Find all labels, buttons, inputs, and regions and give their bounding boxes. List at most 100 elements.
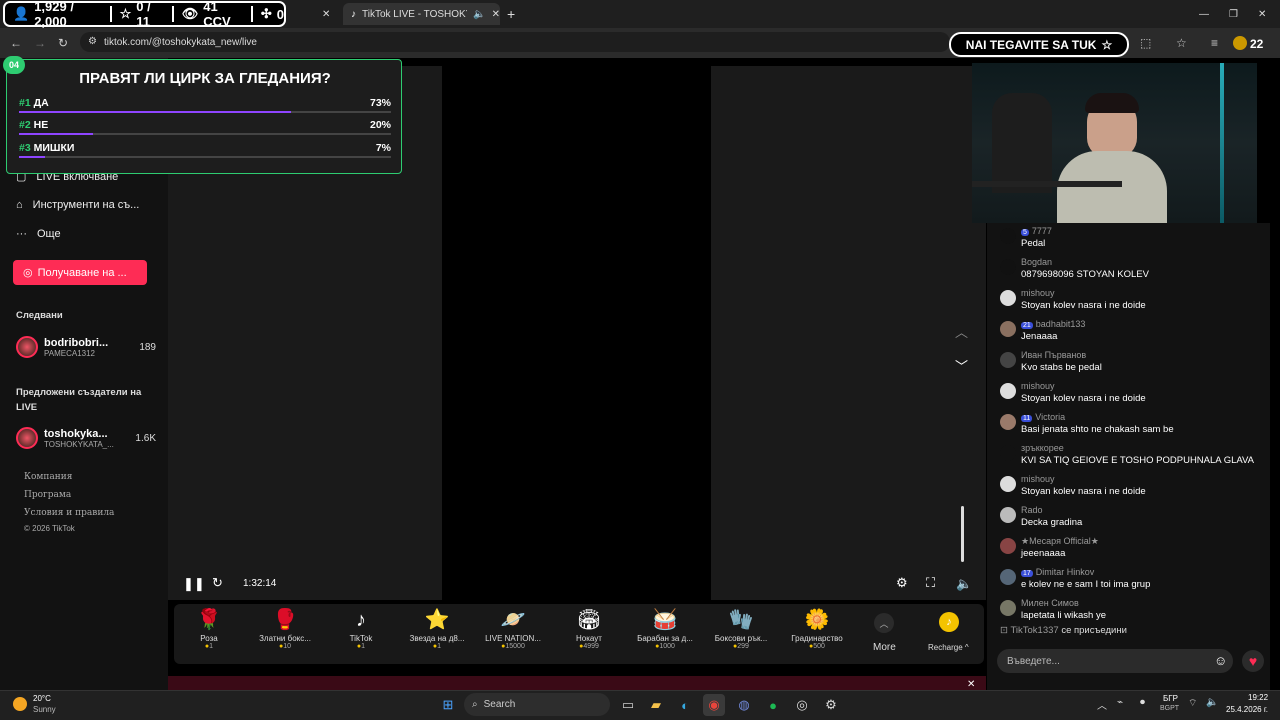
close-tab-icon[interactable]: ✕ xyxy=(492,9,500,20)
chevron-up-icon[interactable]: ︿ xyxy=(955,322,968,341)
bookmark-icon[interactable]: ☆ xyxy=(1176,36,1187,50)
chat-username[interactable]: 5 7777 xyxy=(1021,226,1052,236)
close-window-icon[interactable]: ✕ xyxy=(1258,3,1266,25)
chat-input[interactable]: Въведете... xyxy=(997,649,1233,673)
clock-date: 25.4.2026 г. xyxy=(1226,705,1268,714)
language-indicator[interactable]: БГР xyxy=(1163,694,1178,703)
gift-name: LIVE NATION... xyxy=(485,634,541,643)
url-field[interactable]: tiktok.com/@toshokykata_new/live xyxy=(80,32,950,52)
gift-item[interactable]: 🧤 Боксови рък... ●299 xyxy=(706,606,776,650)
volume-icon[interactable]: 🔈 xyxy=(1206,697,1218,708)
fullscreen-icon[interactable]: ⛶ xyxy=(926,575,935,591)
get-coins-button[interactable]: ◎ Получаване на ... xyxy=(13,260,147,285)
more-gifts-button[interactable]: More xyxy=(873,642,896,653)
avatar[interactable] xyxy=(1000,383,1016,399)
avatar[interactable] xyxy=(1000,290,1016,306)
refresh-icon[interactable]: ↻ xyxy=(212,575,223,591)
chat-username[interactable]: mishouy xyxy=(1021,474,1055,484)
suggested-account[interactable]: toshokyka... TOSHOKYKATA_... 1.6K xyxy=(16,423,156,453)
chrome-icon[interactable]: ◉ xyxy=(703,694,725,716)
sidebar-item-tools[interactable]: ⌂ Инструменти на съ... xyxy=(16,199,139,211)
avatar[interactable] xyxy=(1000,228,1016,244)
task-view-icon[interactable]: ▭ xyxy=(617,694,639,716)
chat-username[interactable]: зръккорее xyxy=(1021,443,1064,453)
gift-item[interactable]: 🥊 Златни бокс... ●10 xyxy=(250,606,320,650)
gift-item[interactable]: ♪ TikTok ●1 xyxy=(326,606,396,650)
tray-chevron-icon[interactable]: ︿ xyxy=(1097,697,1107,712)
gift-item[interactable]: 🪐 LIVE NATION... ●15000 xyxy=(478,606,548,650)
reload-icon[interactable]: ↻ xyxy=(58,36,68,50)
recharge-button[interactable]: Recharge ^ xyxy=(928,643,969,652)
webcam-overlay xyxy=(972,63,1257,223)
weather-temp[interactable]: 20°C xyxy=(33,694,51,703)
gift-item[interactable]: 🏟 Нокаут ●4999 xyxy=(554,606,624,650)
close-icon[interactable]: ✕ xyxy=(967,679,975,690)
avatar[interactable] xyxy=(1000,569,1016,585)
forward-icon[interactable]: → xyxy=(34,36,46,50)
avatar[interactable] xyxy=(1000,352,1016,368)
avatar[interactable] xyxy=(1000,476,1016,492)
file-explorer-icon[interactable]: ▰ xyxy=(645,694,667,716)
chat-username[interactable]: 11 Victoria xyxy=(1021,412,1065,422)
microphone-icon[interactable]: ⏺ xyxy=(1140,697,1145,708)
obs-icon[interactable]: ◎ xyxy=(791,694,813,716)
gift-item[interactable]: 🥁 Барабан за д... ●1000 xyxy=(630,606,700,650)
footer-link-company[interactable]: Компания xyxy=(24,472,72,482)
chat-username[interactable]: mishouy xyxy=(1021,288,1055,298)
chat-username[interactable]: ★Месаря Official★ xyxy=(1021,536,1099,547)
spotify-icon[interactable]: ● xyxy=(762,694,784,716)
footer-link-terms[interactable]: Условия и правила xyxy=(24,508,114,518)
avatar[interactable] xyxy=(1000,445,1016,461)
pause-icon[interactable]: ❚❚ xyxy=(183,576,205,592)
emoji-icon[interactable]: ☺ xyxy=(1214,653,1227,668)
settings-icon[interactable]: ⚙ xyxy=(896,575,908,591)
site-info-icon[interactable]: ⚙ xyxy=(88,36,97,47)
tab-tiktok-live[interactable]: ♪ TikTok LIVE - TOSHOKYKAT 🔈 ✕ xyxy=(343,3,500,25)
back-icon[interactable]: ← xyxy=(10,36,22,50)
avatar[interactable] xyxy=(1000,538,1016,554)
chat-username[interactable]: Иван Първанов xyxy=(1021,350,1086,360)
star-icon: ☆ xyxy=(1101,37,1113,52)
gift-price: ●1 xyxy=(432,643,442,650)
chat-username[interactable]: mishouy xyxy=(1021,381,1055,391)
edge-icon[interactable]: ◐ xyxy=(674,694,696,716)
clock-time[interactable]: 19:22 xyxy=(1248,693,1268,702)
new-tab-button[interactable]: + xyxy=(507,3,515,25)
volume-icon[interactable]: 🔈 xyxy=(956,576,972,592)
gift-item[interactable]: 🌹 Роза ●1 xyxy=(174,606,244,650)
settings-icon[interactable]: ⚙ xyxy=(820,694,842,716)
footer-link-program[interactable]: Програма xyxy=(24,490,71,500)
avatar xyxy=(16,427,38,449)
extensions-icon[interactable]: ⬚ xyxy=(1140,36,1151,50)
network-icon[interactable]: ⌁ xyxy=(1117,697,1123,708)
chat-username[interactable]: 21 badhabit133 xyxy=(1021,319,1085,329)
chat-username[interactable]: 17 Dimitar Hinkov xyxy=(1021,567,1094,577)
volume-slider[interactable] xyxy=(961,506,964,562)
chat-username[interactable]: Rado xyxy=(1021,505,1043,515)
following-account[interactable]: bodribobri... PAMECA1312 189 xyxy=(16,332,156,362)
avatar[interactable] xyxy=(1000,507,1016,523)
heart-icon[interactable]: ♥ xyxy=(1242,650,1264,672)
menu-icon[interactable]: ≡ xyxy=(1211,36,1218,50)
avatar[interactable] xyxy=(1000,600,1016,616)
discord-icon[interactable]: ◍ xyxy=(733,694,755,716)
maximize-icon[interactable]: ❐ xyxy=(1229,3,1238,25)
avatar[interactable] xyxy=(1233,36,1247,50)
windows-start-icon[interactable]: ⊞ xyxy=(437,694,459,716)
avatar[interactable] xyxy=(1000,414,1016,430)
wifi-icon[interactable]: ⌔ xyxy=(1188,697,1197,710)
close-tab-icon[interactable]: ✕ xyxy=(322,3,330,25)
gift-item[interactable]: ⭐ Звезда на д8... ●1 xyxy=(402,606,472,650)
gift-item[interactable]: 🌼 Градинарство ●500 xyxy=(782,606,852,650)
avatar[interactable] xyxy=(1000,259,1016,275)
avatar[interactable] xyxy=(1000,321,1016,337)
chevron-down-icon[interactable]: ﹀ xyxy=(955,356,968,375)
chevron-up-icon[interactable]: ︿ xyxy=(874,613,894,633)
minimize-icon[interactable]: — xyxy=(1199,3,1209,25)
speaker-icon[interactable]: 🔈 xyxy=(473,9,485,20)
sidebar-item-more[interactable]: ··· Още xyxy=(16,228,61,240)
video-frame[interactable] xyxy=(442,66,711,600)
chat-username[interactable]: Bogdan xyxy=(1021,257,1052,267)
chat-username[interactable]: Милен Симов xyxy=(1021,598,1079,608)
taskbar-search[interactable]: ⌕ Search xyxy=(464,693,610,716)
